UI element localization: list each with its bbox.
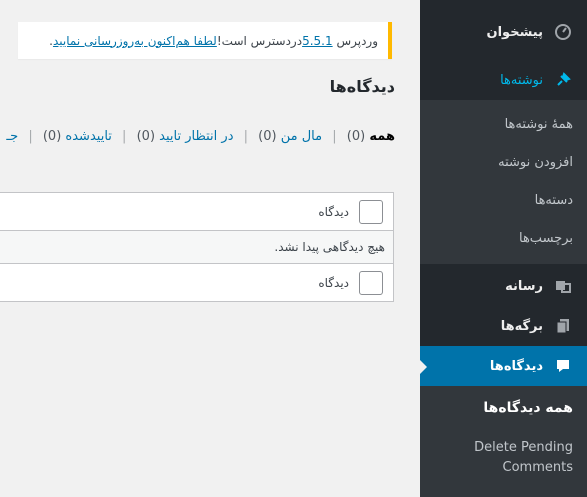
menu-pages[interactable]: برگه‌ها [420,306,587,346]
media-icon [553,276,573,296]
filter-all[interactable]: همه [369,129,395,144]
menu-comments-label: دیدگاه‌ها [489,358,543,374]
select-all-checkbox-footer[interactable] [359,270,383,295]
filter-spam[interactable]: جـ [6,129,18,144]
submenu-all-comments[interactable]: همه دیدگاه‌ها [420,400,587,416]
dashboard-icon [553,22,573,42]
submenu-delete-pending-comments[interactable]: Delete Pending Comments [420,438,587,478]
filter-separator: | [243,129,249,144]
submenu-tags[interactable]: برچسب‌ها [420,231,587,246]
filter-separator: | [332,129,337,144]
submenu-add-post[interactable]: افزودن نوشته [420,155,587,170]
filter-approved[interactable]: تاییدشده [65,129,111,144]
column-comment-footer[interactable]: دیدگاه [318,276,349,290]
filter-mine-count: (0) [258,129,277,144]
admin-sidebar: پیشخوان نوشته‌ها همهٔ نوشته‌ها افزودن نو… [419,0,587,497]
notice-middle: دردسترس است! [216,33,303,48]
comment-icon [553,356,573,376]
filter-pending-count: (0) [136,129,156,144]
filter-pending[interactable]: در انتظار تایید [159,129,233,144]
pages-icon [553,316,573,336]
select-all-checkbox[interactable] [359,199,383,224]
table-header-row: دیدگاه [0,193,393,231]
filter-mine[interactable]: مال من [281,129,322,144]
notice-prefix: وردپرس [336,33,378,48]
no-comments-message: هیچ دیدگاهی پیدا نشد. [274,240,385,254]
menu-posts[interactable]: نوشته‌ها [420,60,587,100]
filter-separator: | [122,129,127,144]
pin-icon [553,70,573,90]
comment-filters: همه (0) | مال من (0) | در انتظار تایید (… [6,129,395,144]
posts-submenu: همهٔ نوشته‌ها افزودن نوشته دسته‌ها برچسب… [420,100,587,264]
comments-submenu: همه دیدگاه‌ها Delete Pending Comments [420,386,587,497]
filter-approved-count: (0) [42,129,62,144]
submenu-categories[interactable]: دسته‌ها [420,193,587,208]
menu-dashboard-label: پیشخوان [486,24,544,40]
filter-all-count: (0) [346,129,366,144]
notice-suffix: . [49,33,53,48]
menu-dashboard[interactable]: پیشخوان [420,12,587,52]
empty-row: هیچ دیدگاهی پیدا نشد. [0,231,393,263]
table-footer-row: دیدگاه [0,263,393,301]
main-content: وردپرس 5.5.1 دردسترس است! لطفا هم‌اکنون … [0,0,420,497]
current-menu-arrow [419,359,427,375]
menu-posts-label: نوشته‌ها [500,72,543,88]
submenu-all-posts[interactable]: همهٔ نوشته‌ها [420,117,587,132]
menu-comments[interactable]: دیدگاه‌ها [420,346,587,386]
comments-table: دیدگاه هیچ دیدگاهی پیدا نشد. دیدگاه [0,192,394,302]
update-now-link[interactable]: لطفا هم‌اکنون به‌روزرسانی نمایید [53,34,217,48]
filter-separator: | [28,129,33,144]
version-link[interactable]: 5.5.1 [302,34,333,48]
menu-media-label: رسانه [505,278,543,294]
menu-media[interactable]: رسانه [420,266,587,306]
update-notice: وردپرس 5.5.1 دردسترس است! لطفا هم‌اکنون … [18,22,392,59]
menu-pages-label: برگه‌ها [500,318,543,334]
page-title: دیدگاه‌ها [329,77,395,96]
column-comment-header[interactable]: دیدگاه [318,205,349,219]
